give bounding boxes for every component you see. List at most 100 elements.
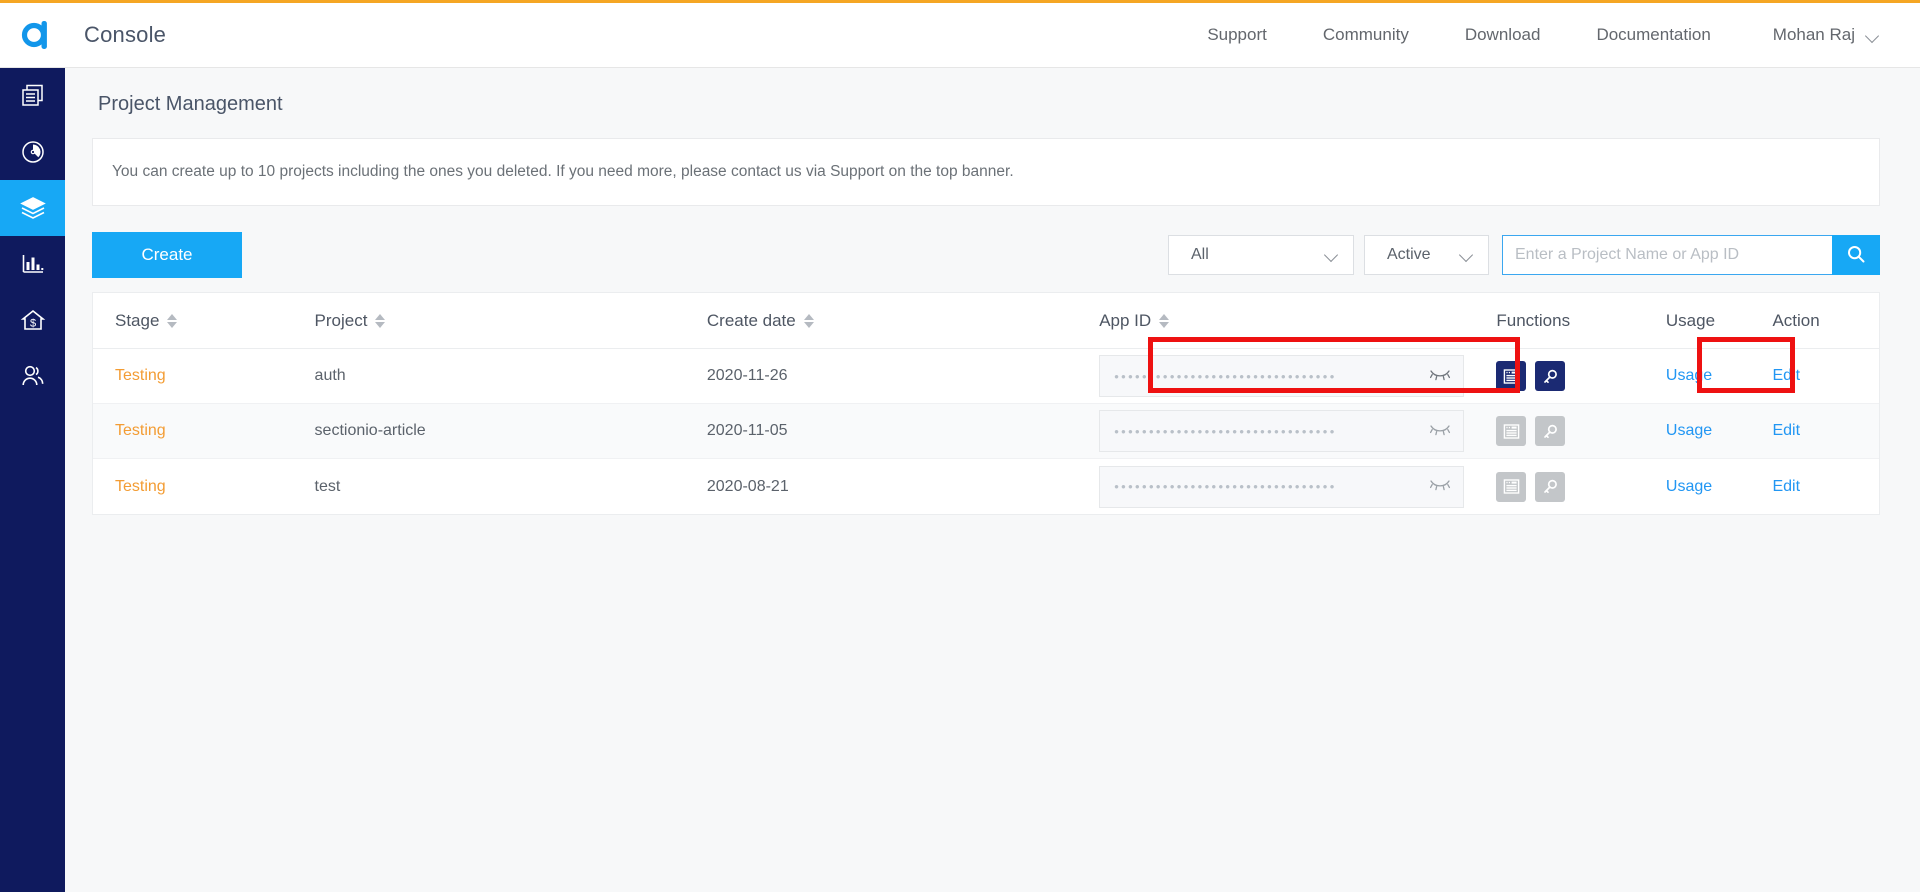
filters: All Active [1168,235,1880,275]
chevron-down-icon [1461,250,1474,258]
cell-action: Edit [1772,422,1879,440]
app-id-masked-value: •••••••••••••••••••••••••••••••• [1114,368,1337,384]
column-label-usage: Usage [1665,310,1716,330]
sidebar-item-projects[interactable] [0,68,65,124]
function-icons [1496,471,1666,502]
cell-action: Edit [1772,367,1879,385]
cell-action: Edit [1772,478,1879,496]
project-name: auth [314,367,346,384]
key-icon [1535,416,1566,446]
sort-icon[interactable] [803,313,814,328]
app-id-field[interactable]: •••••••••••••••••••••••••••••••• [1099,355,1465,397]
console-app: Console Support Community Download Docum… [0,0,1920,892]
sort-icon[interactable] [1159,313,1170,328]
search-input[interactable] [1502,235,1832,275]
column-header-app-id[interactable]: App ID [1099,311,1496,331]
function-icons [1496,416,1666,446]
edit-link[interactable]: Edit [1772,422,1800,439]
usage-link[interactable]: Usage [1666,367,1712,384]
column-header-project[interactable]: Project [315,311,707,331]
cell-usage: Usage [1666,478,1773,496]
sidebar-item-layers[interactable] [0,180,65,236]
cell-create-date: 2020-11-26 [707,367,1099,385]
cell-stage: Testing [93,478,315,496]
cell-create-date: 2020-11-05 [707,422,1099,440]
key-icon [1535,471,1566,502]
projects-table: Stage Project Create date App ID Functio… [92,292,1880,515]
project-name: sectionio-article [314,422,426,439]
console-log-icon[interactable] [1496,361,1527,391]
layers-icon [19,194,47,222]
analytics-icon [20,251,46,277]
projects-icon [20,83,46,109]
create-date-value: 2020-08-21 [706,477,789,495]
cell-usage: Usage [1666,422,1773,440]
key-icon[interactable] [1535,361,1566,391]
cell-functions [1496,416,1666,446]
stage-value: Testing [115,367,166,384]
cell-project: test [315,478,707,496]
main-content: Project Management You can create up to … [65,68,1920,892]
sidebar-item-billing[interactable]: $ [0,292,65,348]
eye-off-icon[interactable] [1429,422,1451,441]
filter-status-select[interactable]: Active [1364,235,1489,275]
sidebar-item-users[interactable] [0,348,65,404]
usage-link[interactable]: Usage [1666,422,1712,439]
app-id-field[interactable]: •••••••••••••••••••••••••••••••• [1099,465,1465,508]
cell-stage: Testing [93,422,315,440]
nav-item-download[interactable]: Download [1437,25,1569,45]
cell-app-id: •••••••••••••••••••••••••••••••• [1099,465,1496,508]
cell-project: sectionio-article [315,422,707,440]
nav-item-documentation[interactable]: Documentation [1568,25,1738,45]
nav-item-community[interactable]: Community [1295,25,1437,45]
eye-off-icon[interactable] [1429,477,1451,496]
page-title: Project Management [98,93,283,115]
app-id-masked-value: •••••••••••••••••••••••••••••••• [1114,479,1337,494]
table-row: Testing sectionio-article 2020-11-05 •••… [93,404,1879,459]
table-header-row: Stage Project Create date App ID Functio… [93,293,1879,349]
create-date-value: 2020-11-26 [706,367,788,384]
top-header: Console Support Community Download Docum… [0,3,1920,68]
column-header-stage[interactable]: Stage [93,311,315,331]
notice-text: You can create up to 10 projects includi… [112,163,1014,180]
edit-link[interactable]: Edit [1772,367,1800,384]
console-title: Console [84,22,167,47]
dashboard-icon [20,139,46,165]
search-button[interactable] [1832,235,1880,275]
column-header-action: Action [1772,311,1879,331]
cell-project: auth [315,367,707,385]
brand[interactable]: Console [0,14,166,56]
user-name: Mohan Raj [1772,25,1855,44]
notice-banner: You can create up to 10 projects includi… [92,138,1880,206]
cell-app-id: •••••••••••••••••••••••••••••••• [1099,355,1496,397]
nav-item-support[interactable]: Support [1179,25,1295,45]
filter-type-value: All [1191,246,1209,263]
search-group [1502,235,1880,275]
sort-icon[interactable] [375,313,386,328]
column-label-stage: Stage [115,310,160,330]
column-label-app-id: App ID [1099,310,1152,330]
column-header-usage: Usage [1666,311,1773,331]
console-log-icon [1496,416,1527,446]
column-header-functions: Functions [1496,311,1666,331]
table-row: Testing auth 2020-11-26 ••••••••••••••••… [93,349,1879,404]
users-icon [20,363,46,389]
eye-off-icon[interactable] [1429,367,1451,386]
cell-create-date: 2020-08-21 [707,478,1099,496]
top-nav: Support Community Download Documentation… [1179,25,1920,45]
sidebar-item-dashboard[interactable] [0,124,65,180]
filter-type-select[interactable]: All [1168,235,1354,275]
function-icons [1496,361,1666,391]
column-header-create-date[interactable]: Create date [707,311,1099,331]
sidebar-item-analytics[interactable] [0,236,65,292]
cell-stage: Testing [93,367,315,385]
cell-functions [1496,361,1666,391]
usage-link[interactable]: Usage [1666,478,1712,495]
user-menu[interactable]: Mohan Raj [1739,25,1890,45]
cell-functions [1496,471,1666,502]
edit-link[interactable]: Edit [1772,478,1800,495]
create-button[interactable]: Create [92,232,242,278]
sort-icon[interactable] [167,313,178,328]
table-row: Testing test 2020-08-21 ••••••••••••••••… [93,459,1879,514]
app-id-field[interactable]: •••••••••••••••••••••••••••••••• [1099,410,1465,452]
